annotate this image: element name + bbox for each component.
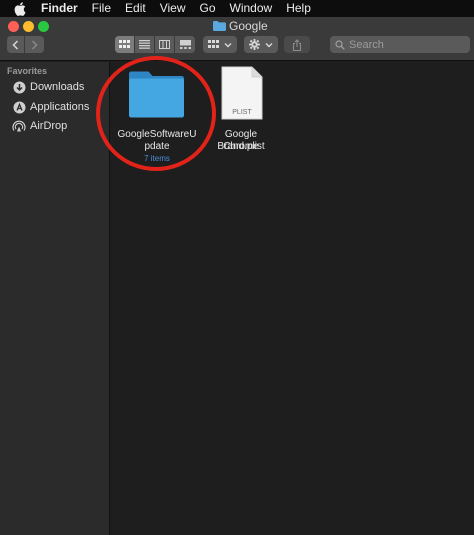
list-icon	[139, 40, 150, 49]
back-button[interactable]	[7, 36, 25, 53]
columns-icon	[159, 40, 170, 49]
window-title: Google	[213, 19, 268, 33]
grid-icon	[119, 40, 130, 48]
gallery-view-button[interactable]	[175, 36, 195, 53]
menu-window[interactable]: Window	[230, 0, 273, 17]
downloads-icon	[12, 80, 26, 94]
gear-icon	[249, 39, 260, 50]
menu-help[interactable]: Help	[286, 0, 311, 17]
plist-document-icon: PLIST	[221, 66, 263, 120]
chevron-left-icon	[12, 39, 19, 50]
close-window-button[interactable]	[8, 21, 19, 32]
sidebar-item-label: Downloads	[30, 81, 85, 93]
sidebar-item-downloads[interactable]: Downloads	[12, 79, 84, 95]
action-button[interactable]	[244, 36, 278, 53]
menu-finder[interactable]: Finder	[41, 0, 78, 17]
file-item-google-chrome-brand-plist[interactable]: PLIST Google Chrome Brand.plist	[206, 62, 286, 182]
sidebar-item-airdrop[interactable]: AirDrop	[12, 118, 67, 134]
chevron-down-icon	[224, 42, 232, 47]
icon-view-button[interactable]	[115, 36, 135, 53]
apple-menu-icon[interactable]	[13, 1, 27, 16]
folder-icon	[213, 21, 226, 31]
menu-bar: Finder File Edit View Go Window Help	[0, 0, 474, 17]
search-icon	[335, 39, 345, 50]
annotation-circle	[96, 56, 216, 171]
menu-view[interactable]: View	[160, 0, 186, 17]
plist-badge: PLIST	[232, 109, 252, 116]
minimize-window-button[interactable]	[23, 21, 34, 32]
search-field[interactable]: Search	[330, 36, 470, 53]
finder-window: Google Search Favorites Downloads Applic…	[0, 17, 474, 535]
group-grid-icon	[208, 40, 219, 48]
airdrop-icon	[12, 119, 26, 133]
search-placeholder: Search	[349, 38, 384, 51]
nav-buttons	[7, 36, 44, 53]
chevron-down-icon	[265, 42, 273, 47]
menu-file[interactable]: File	[92, 0, 111, 17]
group-button[interactable]	[203, 36, 237, 53]
column-view-button[interactable]	[155, 36, 175, 53]
applications-icon	[12, 100, 26, 114]
sidebar-item-label: AirDrop	[30, 120, 68, 132]
gallery-icon	[179, 40, 191, 49]
menu-go[interactable]: Go	[200, 0, 216, 17]
list-view-button[interactable]	[135, 36, 155, 53]
share-icon	[292, 38, 302, 51]
sidebar: Favorites Downloads Applications AirDrop	[0, 62, 110, 535]
sidebar-heading-favorites: Favorites	[7, 66, 48, 76]
sidebar-item-applications[interactable]: Applications	[12, 99, 89, 115]
sidebar-item-label: Applications	[30, 101, 90, 113]
toolbar: Google Search	[0, 17, 474, 61]
forward-button[interactable]	[25, 36, 44, 53]
view-mode-control	[115, 36, 195, 53]
menu-edit[interactable]: Edit	[125, 0, 146, 17]
window-title-text: Google	[229, 19, 268, 33]
share-button[interactable]	[284, 36, 310, 53]
zoom-window-button[interactable]	[38, 21, 49, 32]
file-name-line-2: Brand.plist	[217, 141, 265, 152]
chevron-right-icon	[31, 39, 38, 50]
